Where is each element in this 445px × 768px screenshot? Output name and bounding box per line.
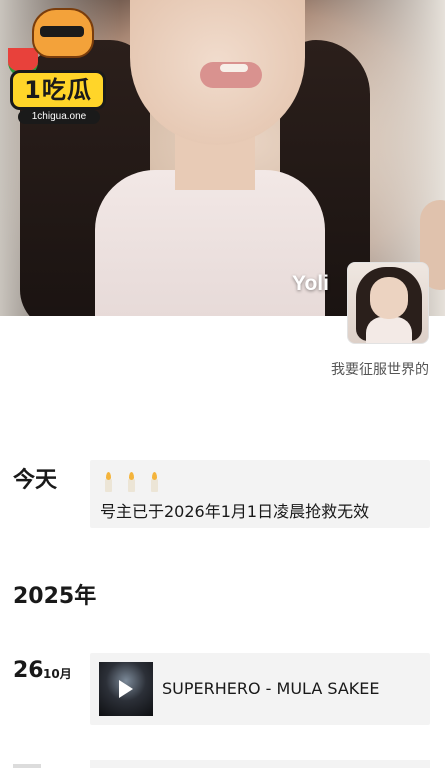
play-icon[interactable] bbox=[119, 680, 133, 698]
profile-signature: 我要征服世界的 bbox=[331, 362, 429, 378]
avatar-body bbox=[366, 317, 412, 343]
profile-name: Yoli bbox=[292, 272, 329, 295]
music-title: SUPERHERO - MULA SAKEE bbox=[162, 679, 380, 698]
watermark-badge: 1吃瓜 bbox=[10, 70, 106, 110]
entry-date-month: 10月 bbox=[43, 667, 72, 681]
music-cover-image[interactable] bbox=[99, 662, 153, 716]
mascot-icon bbox=[32, 8, 94, 58]
cover-clothing bbox=[95, 170, 325, 316]
entry-date-day: 26 bbox=[13, 658, 44, 683]
next-post-card[interactable] bbox=[90, 760, 430, 768]
candle-row bbox=[101, 472, 162, 492]
watermark-logo: 1吃瓜 1chigua.one bbox=[4, 6, 112, 124]
timeline-year-label: 2025年 bbox=[13, 584, 97, 609]
sunglasses-icon bbox=[40, 26, 84, 37]
avatar[interactable] bbox=[347, 262, 429, 344]
watermark-url: 1chigua.one bbox=[18, 110, 100, 124]
timeline-post-card[interactable]: 号主已于2026年1月1日凌晨抢救无效 bbox=[90, 460, 430, 528]
avatar-face bbox=[370, 277, 408, 319]
timeline-today-label: 今天 bbox=[13, 468, 58, 493]
cover-teeth bbox=[220, 64, 248, 72]
next-entry-date bbox=[13, 764, 41, 768]
music-post-card[interactable]: SUPERHERO - MULA SAKEE bbox=[90, 653, 430, 725]
candle-icon bbox=[147, 472, 162, 492]
candle-icon bbox=[124, 472, 139, 492]
candle-icon bbox=[101, 472, 116, 492]
timeline-post-text: 号主已于2026年1月1日凌晨抢救无效 bbox=[100, 502, 370, 521]
